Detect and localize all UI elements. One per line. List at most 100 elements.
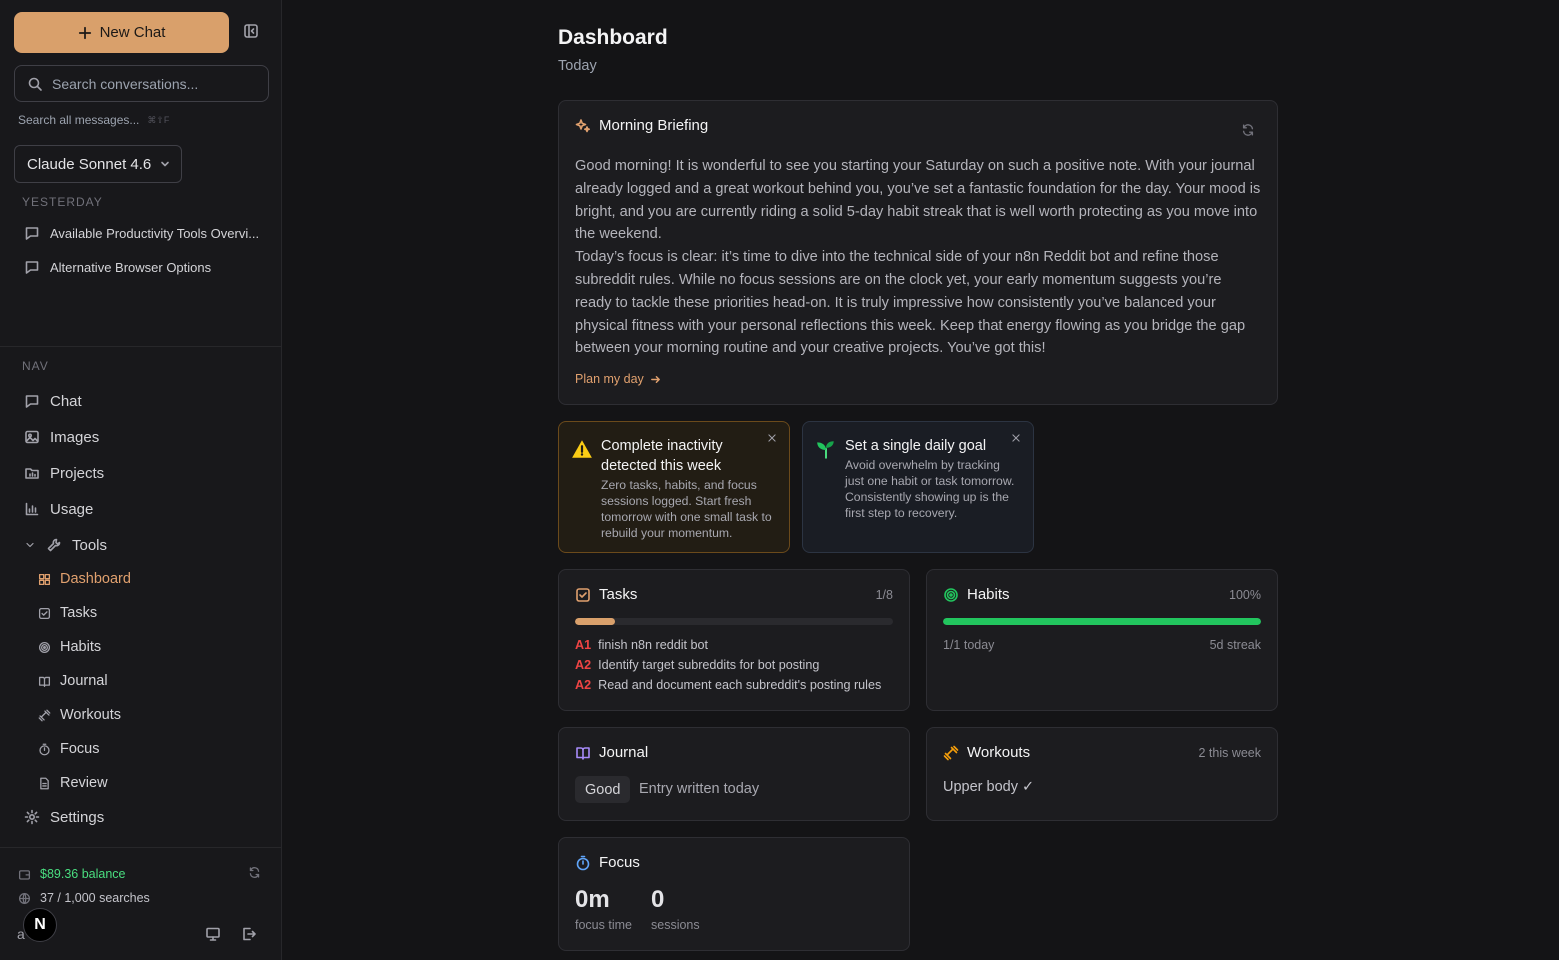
habits-percent: 100% — [1229, 588, 1261, 602]
refresh-icon — [1242, 124, 1254, 136]
tools-item-review[interactable]: Review — [38, 772, 108, 794]
journal-card[interactable]: Journal Good Entry written today — [558, 727, 910, 821]
close-icon — [1012, 434, 1020, 442]
new-chat-label: New Chat — [99, 24, 166, 41]
globe-icon — [18, 892, 31, 904]
nav-section-label: NAV — [22, 359, 49, 373]
nav-item-chat[interactable]: Chat — [24, 389, 82, 413]
tools-item-dashboard[interactable]: Dashboard — [38, 568, 131, 590]
timer-icon — [576, 855, 590, 870]
refresh-icon — [249, 867, 260, 878]
logout-button[interactable] — [241, 926, 257, 942]
chevron-down-icon — [26, 542, 34, 548]
balance-row: $89.36 balance — [18, 865, 126, 883]
collapse-sidebar-button[interactable] — [243, 23, 263, 43]
bar-chart-icon — [25, 502, 39, 516]
tasks-progress-bar — [575, 618, 893, 625]
nav-item-usage[interactable]: Usage — [24, 497, 93, 521]
task-item[interactable]: A2 Read and document each subreddit's po… — [575, 678, 881, 692]
chevron-down-icon — [161, 161, 170, 167]
task-priority: A2 — [575, 678, 592, 692]
plan-my-day-label: Plan my day — [575, 372, 644, 386]
close-alert-button[interactable] — [1011, 433, 1021, 443]
tools-item-label: Review — [60, 775, 108, 791]
alert-title: Set a single daily goal — [845, 438, 987, 454]
sidebar-divider — [0, 346, 281, 347]
conversation-title: Alternative Browser Options — [50, 259, 212, 275]
tasks-header: Tasks — [575, 586, 637, 603]
conversation-item[interactable]: Available Productivity Tools Overvi... — [24, 223, 264, 243]
journal-title: Journal — [599, 744, 649, 761]
monitor-icon — [206, 927, 220, 941]
nav-item-settings[interactable]: Settings — [24, 805, 104, 829]
avatar-letter: N — [34, 916, 46, 933]
search-conversations-input[interactable] — [52, 75, 252, 92]
tools-item-journal[interactable]: Journal — [38, 670, 108, 692]
logout-icon — [243, 927, 256, 941]
history-group-label: YESTERDAY — [22, 195, 103, 209]
search-all-messages-link[interactable]: Search all messages... ⌘⇧F — [18, 113, 169, 127]
task-text: Read and document each subreddit's posti… — [598, 678, 882, 692]
warning-icon — [571, 438, 593, 460]
nav-item-images[interactable]: Images — [24, 425, 99, 449]
nav-item-projects[interactable]: Projects — [24, 461, 104, 485]
new-chat-button[interactable]: New Chat — [14, 12, 229, 53]
tasks-card[interactable]: Tasks 1/8 A1 finish n8n reddit bot A2 Id… — [558, 569, 910, 711]
balance-text: $89.36 balance — [40, 867, 126, 881]
conversation-item[interactable]: Alternative Browser Options — [24, 257, 264, 277]
refresh-briefing-button[interactable] — [1241, 123, 1255, 137]
message-icon — [25, 227, 39, 240]
avatar[interactable]: N — [23, 908, 57, 942]
model-name: Claude Sonnet 4.6 — [27, 155, 152, 173]
close-alert-button[interactable] — [767, 433, 777, 443]
tools-item-tasks[interactable]: Tasks — [38, 602, 97, 624]
refresh-balance-button[interactable] — [248, 866, 261, 879]
search-conversations-box[interactable] — [14, 65, 269, 102]
task-item[interactable]: A1 finish n8n reddit bot — [575, 638, 708, 652]
tasks-progress-fill — [575, 618, 615, 625]
focus-card[interactable]: Focus 0m focus time 0 sessions — [558, 837, 910, 951]
message-icon — [25, 261, 39, 274]
timer-icon — [39, 743, 50, 755]
habits-progress-bar — [943, 618, 1261, 625]
task-priority: A2 — [575, 658, 592, 672]
tools-item-focus[interactable]: Focus — [38, 738, 100, 760]
model-selector[interactable]: Claude Sonnet 4.6 — [14, 145, 182, 183]
target-icon — [38, 641, 51, 653]
tools-item-label: Focus — [60, 741, 100, 757]
nav-item-tools[interactable]: Tools — [24, 533, 107, 557]
tools-item-label: Habits — [60, 639, 102, 655]
search-all-label: Search all messages... — [18, 113, 140, 127]
focus-title: Focus — [599, 854, 640, 871]
plan-my-day-link[interactable]: Plan my day — [575, 372, 661, 386]
workouts-title: Workouts — [967, 744, 1031, 761]
sidebar-collapse-icon — [244, 24, 258, 38]
alert-body: Avoid overwhelm by tracking just one hab… — [845, 458, 1015, 520]
tools-item-habits[interactable]: Habits — [38, 636, 101, 658]
task-priority: A1 — [575, 638, 592, 652]
chat-icon — [25, 395, 39, 408]
nav-item-label: Usage — [50, 500, 94, 518]
nav-item-label: Chat — [50, 392, 82, 410]
daily-goal-tip: Set a single daily goal Avoid overwhelm … — [802, 421, 1034, 553]
briefing-paragraph: Good morning! It is wonderful to see you… — [575, 158, 1261, 243]
sparkles-icon — [575, 118, 590, 132]
dumbbell-icon — [943, 745, 959, 760]
focus-header: Focus — [575, 854, 640, 871]
book-icon — [576, 746, 590, 760]
alert-title: Complete inactivity detected this week — [601, 438, 723, 474]
latest-workout: Upper body ✓ — [943, 779, 1035, 795]
habits-card[interactable]: Habits 100% 1/1 today 5d streak — [926, 569, 1278, 711]
image-icon — [25, 430, 39, 444]
target-icon — [944, 587, 958, 602]
mood-badge: Good — [575, 776, 631, 803]
display-settings-button[interactable] — [205, 926, 221, 942]
habits-title: Habits — [967, 586, 1010, 603]
task-item[interactable]: A2 Identify target subreddits for bot po… — [575, 658, 819, 672]
tools-item-workouts[interactable]: Workouts — [38, 704, 121, 726]
sidebar: New Chat Search all messages... ⌘⇧F Clau… — [0, 0, 282, 960]
workouts-card[interactable]: Workouts 2 this week Upper body ✓ — [926, 727, 1278, 821]
checkbox-icon — [38, 607, 51, 619]
alert-body: Zero tasks, habits, and focus sessions l… — [601, 478, 772, 540]
habits-progress-fill — [943, 618, 1261, 625]
